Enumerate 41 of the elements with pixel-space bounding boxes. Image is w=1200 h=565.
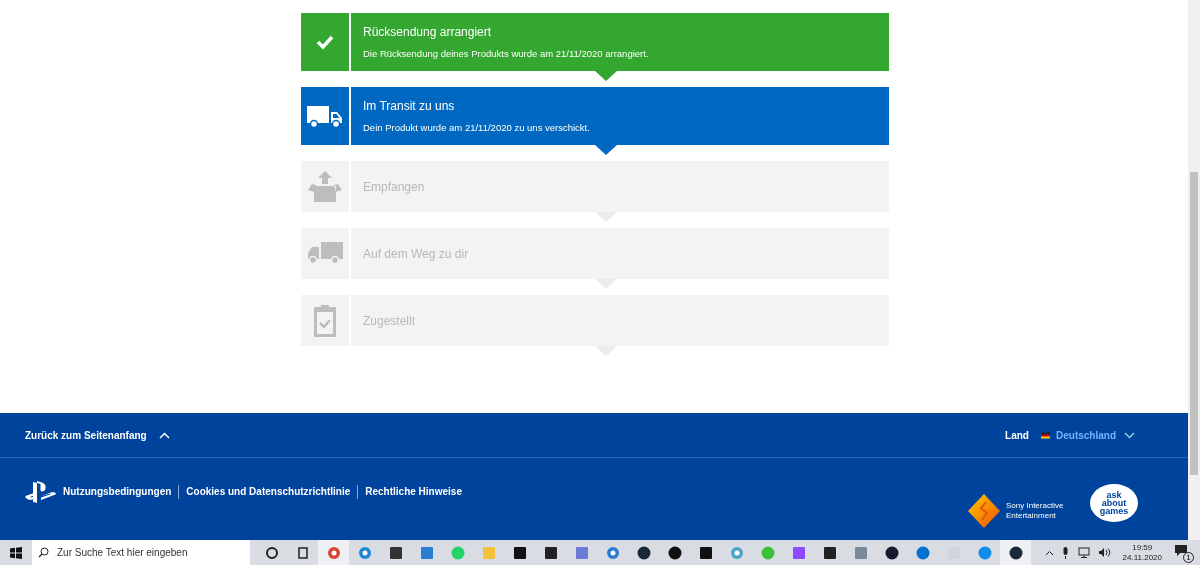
app-icon[interactable] (512, 545, 527, 560)
clipboard-check-icon (313, 303, 337, 338)
country-selector[interactable]: Deutschland (1056, 427, 1116, 443)
scrollbar-thumb[interactable] (1190, 172, 1198, 475)
truck-icon (307, 104, 343, 128)
back-to-top-link[interactable]: Zurück zum Seitenanfang (25, 427, 147, 443)
box-with-arrow-icon (308, 170, 342, 203)
germany-flag-icon (1041, 431, 1050, 439)
clock-date[interactable]: 24.11.2020 (1122, 552, 1162, 563)
chevron-up-icon (158, 431, 170, 439)
app-icon[interactable] (543, 545, 558, 560)
app-icon[interactable] (822, 545, 837, 560)
search-field[interactable]: Zur Suche Text hier eingeben (32, 540, 250, 565)
sony-interactive-entertainment-text: Sony Interactive Entertainment (1006, 501, 1065, 521)
notification-count: 1 (1183, 551, 1194, 563)
playstation-logo-icon (25, 480, 57, 504)
footer-link[interactable]: Nutzungsbedingungen (63, 484, 172, 499)
network-icon[interactable] (1076, 547, 1090, 558)
step-description: Dein Produkt wurde am 21/11/2020 zu uns verschickt. (363, 120, 591, 135)
step-title: Rücksendung arrangiert (363, 23, 493, 41)
ask-about-games-logo: ask about games (1090, 484, 1138, 522)
microphone-icon[interactable] (1061, 546, 1069, 559)
step-title: Auf dem Weg zu dir (363, 245, 470, 263)
country-label: Land (1005, 428, 1029, 443)
footer-link[interactable]: Cookies und Datenschutzrichtlinie (186, 484, 351, 499)
windows-start-icon[interactable] (10, 546, 22, 559)
chevron-down-icon (1124, 431, 1135, 439)
app-icon[interactable] (884, 545, 899, 560)
step-title: Im Transit zu uns (363, 97, 456, 115)
speaker-icon[interactable] (1097, 547, 1111, 558)
clock-time[interactable]: 19:59 (1132, 542, 1153, 553)
notification-icon[interactable] (1175, 544, 1187, 556)
step-title: Empfangen (363, 178, 426, 196)
footer-link[interactable]: Rechtliche Hinweise (365, 484, 462, 499)
search-icon (38, 547, 49, 558)
diamond-logo-icon (968, 494, 1000, 528)
chevron-up-icon[interactable] (1044, 549, 1054, 556)
scrollbar[interactable] (1188, 0, 1200, 540)
step-description: Die Rücksendung deines Produkts wurde am 21/11/2020 arrangiert. (363, 46, 650, 61)
step-title: Zugestellt (363, 312, 417, 330)
truck-icon (307, 242, 343, 265)
